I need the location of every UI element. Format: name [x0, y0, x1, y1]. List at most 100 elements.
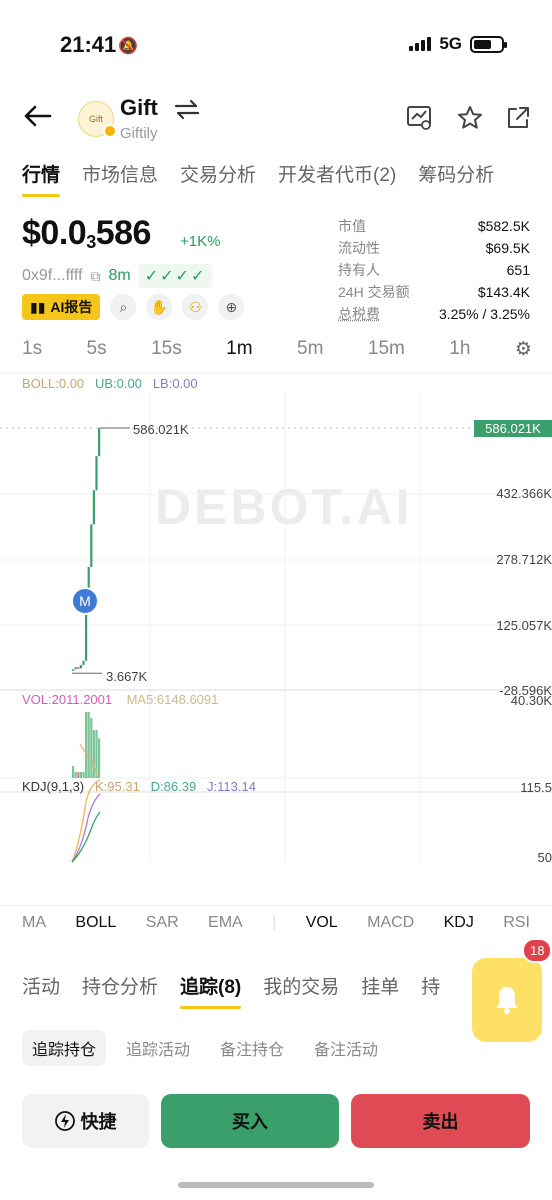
interval-1m[interactable]: 1m: [226, 338, 252, 361]
stat-value: 3.25% / 3.25%: [438, 306, 530, 322]
mute-bell-icon: 🔕: [118, 38, 138, 55]
star-icon[interactable]: [456, 104, 484, 132]
filter-tracked-activity[interactable]: 追踪活动: [116, 1030, 200, 1066]
candle: [79, 665, 82, 669]
ub-value: UB:0.00: [95, 376, 142, 391]
alert-button[interactable]: [472, 958, 542, 1042]
interval-15s[interactable]: 15s: [151, 338, 182, 361]
tab-market[interactable]: 行情: [22, 160, 61, 197]
interval-1s[interactable]: 1s: [22, 338, 42, 361]
price-chart[interactable]: [0, 372, 552, 892]
robot-icon[interactable]: ⚇: [182, 294, 209, 320]
ma5-value: MA5:6148.6091: [126, 692, 219, 707]
copy-icon[interactable]: ⧉: [91, 268, 101, 285]
tab-dev-tokens[interactable]: 开发者代币(2): [278, 160, 396, 187]
tab-holding-analysis[interactable]: 持仓分析: [82, 972, 158, 999]
candle: [85, 613, 88, 661]
chart-watch-icon[interactable]: [406, 104, 434, 132]
y-tick: 125.057K: [496, 618, 552, 633]
indicator-boll[interactable]: BOLL: [75, 914, 116, 932]
filter-noted-holdings[interactable]: 备注持仓: [210, 1030, 294, 1066]
filter-tracked-holdings[interactable]: 追踪持仓: [22, 1030, 107, 1066]
tab-chip-analysis[interactable]: 筹码分析: [418, 160, 494, 187]
hand-icon[interactable]: ✋: [146, 294, 173, 320]
quick-label: 快捷: [80, 1112, 117, 1132]
filter-noted-activity[interactable]: 备注活动: [304, 1030, 388, 1066]
indicator-divider: |: [272, 914, 277, 931]
indicator-tabs: MA BOLL SAR EMA | VOL MACD KDJ RSI: [22, 914, 530, 932]
indicator-ma[interactable]: MA: [22, 914, 46, 932]
bell-icon: [496, 987, 518, 1014]
y-tick: 278.712K: [496, 552, 552, 567]
indicator-vol[interactable]: VOL: [306, 914, 338, 932]
stat-row: 总税费 3.25% / 3.25%: [338, 303, 530, 325]
indicator-kdj[interactable]: KDJ: [444, 914, 474, 932]
globe-icon[interactable]: ⊕: [218, 294, 245, 320]
stat-row: 流动性 $69.5K: [338, 237, 530, 259]
tab-trade-analysis[interactable]: 交易分析: [180, 160, 256, 187]
tab-activity[interactable]: 活动: [22, 972, 60, 999]
d-value: D:86.39: [150, 779, 197, 794]
tab-my-trades[interactable]: 我的交易: [263, 972, 339, 999]
sell-button[interactable]: 卖出: [351, 1094, 530, 1148]
divider: [0, 905, 552, 906]
interval-15m[interactable]: 15m: [368, 338, 405, 361]
marker-m[interactable]: M: [71, 587, 99, 615]
indicator-sar[interactable]: SAR: [146, 914, 179, 932]
swap-icon[interactable]: [174, 98, 200, 122]
volume-bar: [92, 730, 95, 778]
tool-row: ▮▮ AI报告 ⌕ ✋ ⚇ ⊕: [22, 294, 245, 320]
signal-icon: [409, 37, 432, 51]
interval-tabs: 1s 5s 15s 1m 5m 15m 1h ⚙: [22, 338, 532, 361]
volume-bar: [74, 772, 77, 778]
security-checks[interactable]: ✓✓✓✓: [138, 264, 213, 288]
price: $0.03586: [22, 214, 151, 253]
stat-value: $582.5K: [477, 218, 530, 234]
price-zero-count: 3: [86, 232, 96, 252]
low-label: 3.667K: [106, 669, 148, 684]
ai-report-label: AI报告: [50, 299, 93, 315]
stat-value: $143.4K: [477, 284, 530, 300]
volume-bar: [79, 772, 82, 778]
token-name: Gift: [120, 95, 158, 120]
volume-bar: [90, 718, 93, 778]
current-price-tag: 586.021K: [474, 420, 552, 437]
tab-holdings[interactable]: 持: [421, 972, 440, 999]
stat-row: 持有人 651: [338, 259, 530, 281]
kdj-top: 115.5: [520, 780, 552, 795]
y-tick: 432.366K: [496, 486, 552, 501]
candle: [95, 456, 98, 491]
indicator-macd[interactable]: MACD: [367, 914, 414, 932]
contract-address[interactable]: 0x9f...ffff: [22, 267, 83, 285]
share-icon[interactable]: [504, 104, 532, 132]
tab-orders[interactable]: 挂单: [361, 972, 399, 999]
tab-market-info[interactable]: 市场信息: [82, 160, 158, 187]
buy-button[interactable]: 买入: [161, 1094, 339, 1148]
vol-max: 40.30K: [510, 693, 552, 708]
token-logo: Gift: [78, 101, 117, 138]
interval-5s[interactable]: 5s: [87, 338, 107, 361]
stat-label: 总税费: [338, 306, 380, 322]
candle: [77, 667, 80, 669]
vol-legend: VOL:2011.2001 MA5:6148.6091: [22, 692, 218, 707]
boll-legend: BOLL:0.00 UB:0.00 LB:0.00: [22, 376, 198, 391]
stat-value: 651: [506, 262, 530, 278]
interval-5m[interactable]: 5m: [297, 338, 323, 361]
indicator-ema[interactable]: EMA: [208, 914, 243, 932]
search-icon[interactable]: ⌕: [110, 294, 137, 320]
tab-tracking[interactable]: 追踪(8): [180, 972, 242, 1009]
battery-icon: [470, 35, 507, 53]
chart-settings-icon[interactable]: ⚙: [515, 338, 532, 361]
back-arrow-icon[interactable]: [22, 100, 54, 132]
price-digits: 586: [95, 214, 152, 252]
ai-report-button[interactable]: ▮▮ AI报告: [22, 294, 101, 320]
token-stats: 市值 $582.5K 流动性 $69.5K 持有人 651 24H 交易额 $143.4…: [338, 215, 530, 325]
token-logo-text: Gift: [88, 114, 103, 124]
lightning-icon: [54, 1111, 75, 1131]
quick-trade-button[interactable]: 快捷: [22, 1094, 149, 1148]
stat-label: 24H 交易额: [338, 284, 410, 300]
activity-tabs: 活动 持仓分析 追踪(8) 我的交易 挂单 持: [22, 972, 440, 1009]
indicator-rsi[interactable]: RSI: [503, 914, 530, 932]
interval-1h[interactable]: 1h: [449, 338, 470, 361]
high-label: 586.021K: [133, 422, 189, 437]
